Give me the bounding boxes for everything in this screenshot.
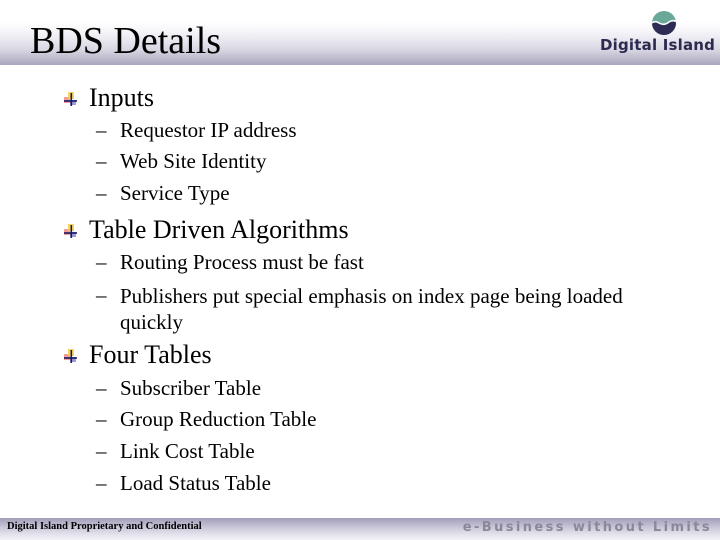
sub-item-text: Routing Process must be fast bbox=[120, 250, 364, 274]
dash: – bbox=[96, 407, 107, 431]
dash: – bbox=[96, 439, 107, 463]
slide-title: BDS Details bbox=[30, 20, 222, 62]
sub-item-text: Service Type bbox=[120, 181, 230, 205]
sub-item-text: Load Status Table bbox=[120, 471, 271, 495]
slide: BDS Details Digital Island Inputs – Requ… bbox=[0, 0, 720, 540]
sub-item-text: Publishers put special emphasis on index… bbox=[120, 284, 623, 334]
dash: – bbox=[96, 118, 107, 142]
bullet-label: Inputs bbox=[89, 83, 154, 112]
dash: – bbox=[96, 283, 107, 307]
sub-item-text: Web Site Identity bbox=[120, 149, 267, 173]
bullet-cross-icon bbox=[64, 92, 77, 106]
logo-text: Digital Island bbox=[600, 36, 716, 54]
bullet-label: Four Tables bbox=[89, 340, 212, 369]
sub-item-text: Requestor IP address bbox=[120, 118, 297, 142]
sub-item-text: Group Reduction Table bbox=[120, 407, 317, 431]
bullet-label: Table Driven Algorithms bbox=[89, 215, 349, 244]
sub-item-text: Subscriber Table bbox=[120, 376, 262, 400]
bullet-cross-icon bbox=[64, 224, 77, 238]
dash: – bbox=[96, 471, 107, 495]
digital-island-globe-icon bbox=[652, 11, 676, 35]
footer-confidential: Digital Island Proprietary and Confident… bbox=[7, 521, 202, 532]
dash: – bbox=[96, 376, 107, 400]
digital-island-logo: Digital Island bbox=[600, 6, 716, 58]
dash: – bbox=[96, 181, 107, 205]
bullet-cross-icon bbox=[64, 349, 77, 363]
footer-tagline: e-Business without Limits bbox=[462, 520, 712, 535]
dash: – bbox=[96, 250, 107, 274]
sub-item-text: Link Cost Table bbox=[120, 439, 255, 463]
dash: – bbox=[96, 149, 107, 173]
